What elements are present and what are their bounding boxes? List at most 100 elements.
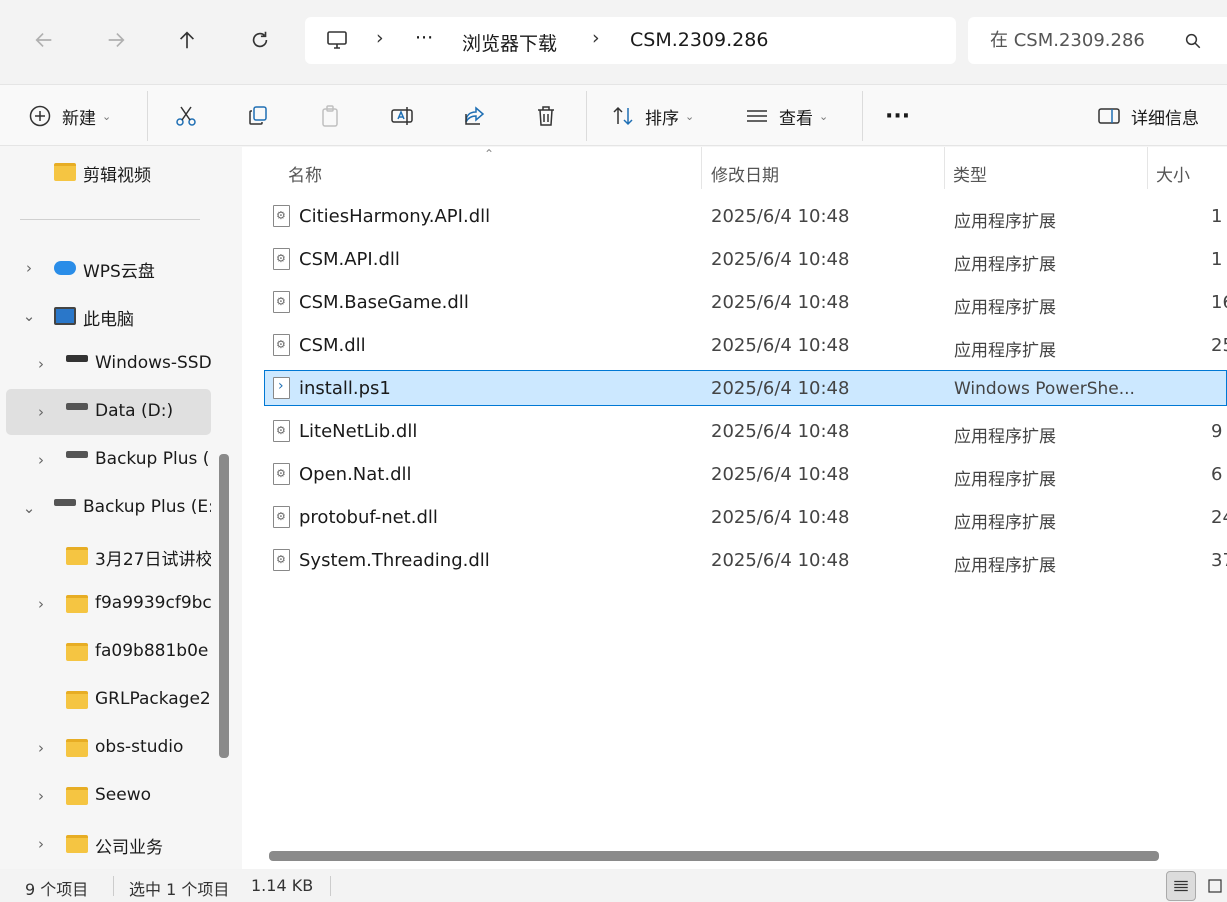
sidebar-item-label: WPS云盘 [83,262,155,282]
command-bar: 新建 ⌄ 排序 ⌄ 查看 ⌄ ··· 详细信息 [0,84,1227,146]
chevron-right-icon[interactable]: › [34,403,48,421]
file-row[interactable]: protobuf-net.dll 2025/6/4 10:48 应用程序扩展 24 [264,499,1227,535]
view-button[interactable]: 查看 ⌄ [745,95,828,137]
file-name: CitiesHarmony.API.dll [299,206,491,227]
file-name: protobuf-net.dll [299,507,438,528]
more-options-button[interactable]: ··· [885,95,910,137]
sidebar-item-label: Data (D:) [95,401,174,421]
new-button[interactable]: 新建 ⌄ [28,95,111,137]
refresh-button[interactable] [242,22,278,58]
file-type: 应用程序扩展 [954,298,1056,318]
chevron-right-icon[interactable]: › [34,739,48,757]
sidebar-item[interactable]: › obs-studio [6,725,211,771]
search-icon[interactable] [1184,32,1202,50]
share-button[interactable] [462,95,486,137]
sidebar-scrollbar[interactable] [219,454,229,758]
toolbar-divider [147,91,148,141]
column-header-size[interactable]: 大小 [1156,155,1190,191]
sidebar-item-label: Windows-SSD [95,353,211,373]
paste-button[interactable] [318,95,342,137]
file-row[interactable]: CSM.BaseGame.dll 2025/6/4 10:48 应用程序扩展 16 [264,284,1227,320]
dll-file-icon [273,291,290,313]
chevron-down-icon[interactable]: ⌄ [22,307,36,325]
file-size: 9 [1211,421,1223,442]
breadcrumb-item-current[interactable]: CSM.2309.286 [630,29,768,51]
status-divider [113,876,114,896]
horizontal-scrollbar[interactable] [269,851,1159,861]
chevron-right-icon[interactable]: › [34,451,48,469]
file-row[interactable]: Open.Nat.dll 2025/6/4 10:48 应用程序扩展 6 [264,456,1227,492]
column-divider[interactable] [701,147,702,189]
sidebar-item[interactable]: fa09b881b0e [6,629,211,675]
forward-button[interactable] [98,22,134,58]
column-divider[interactable] [1147,147,1148,189]
file-type: 应用程序扩展 [954,255,1056,275]
details-view-button[interactable] [1166,871,1196,901]
sort-button[interactable]: 排序 ⌄ [611,95,694,137]
sidebar-item[interactable]: › Seewo [6,773,211,819]
tiles-view-button[interactable] [1200,871,1227,901]
sidebar-item[interactable]: › f9a9939cf9bc [6,581,211,627]
chevron-down-icon[interactable]: ⌄ [22,499,36,517]
chevron-right-icon[interactable]: › [34,835,48,853]
breadcrumb-item-downloads[interactable]: 浏览器下载 [462,29,557,56]
file-row[interactable]: CitiesHarmony.API.dll 2025/6/4 10:48 应用程序扩… [264,198,1227,234]
column-header-type[interactable]: 类型 [953,155,987,191]
file-date: 2025/6/4 10:48 [711,292,850,313]
refresh-icon [252,31,268,48]
sidebar-item[interactable]: ⌄ Backup Plus (E: [6,485,211,531]
sidebar-divider [20,219,200,220]
delete-button[interactable] [534,95,558,137]
chevron-right-icon[interactable]: › [34,355,48,373]
sidebar-item[interactable]: 3月27日试讲校 [6,533,211,579]
breadcrumb-chevron-icon[interactable]: › [376,27,384,49]
sidebar-item[interactable]: GRLPackage2 [6,677,211,723]
column-header-name[interactable]: 名称 [288,155,322,191]
sidebar-item[interactable]: › Windows-SSD [6,341,211,387]
dll-file-icon [273,463,290,485]
sidebar-item[interactable]: › Data (D:) [6,389,211,435]
sidebar-item[interactable]: › 公司业务 [6,821,211,867]
column-header-date[interactable]: 修改日期 [711,155,779,191]
dll-file-icon [273,549,290,571]
chevron-right-icon[interactable]: › [34,595,48,613]
chevron-down-icon: ⌄ [102,109,112,123]
chevron-right-icon[interactable]: › [22,259,36,277]
up-button[interactable] [169,22,205,58]
sidebar-item[interactable]: › Backup Plus ( [6,437,211,483]
sidebar-item-label: Seewo [95,785,152,805]
chevron-right-icon[interactable]: › [34,787,48,805]
sidebar-item-label: 3月27日试讲校 [95,550,211,570]
file-row[interactable]: LiteNetLib.dll 2025/6/4 10:48 应用程序扩展 9 [264,413,1227,449]
address-bar[interactable]: › ··· 浏览器下载 › CSM.2309.286 [305,17,956,64]
file-type: 应用程序扩展 [954,212,1056,232]
file-row[interactable]: install.ps1 2025/6/4 10:48 Windows PowerSh… [264,370,1227,406]
details-pane-button[interactable]: 详细信息 [1097,95,1199,137]
search-input[interactable] [990,30,1170,51]
file-name: CSM.BaseGame.dll [299,292,469,313]
sidebar-item[interactable]: ⌄ 此电脑 [6,293,211,339]
file-row[interactable]: CSM.API.dll 2025/6/4 10:48 应用程序扩展 1 [264,241,1227,277]
sidebar-item-label: 公司业务 [95,838,163,858]
up-arrow-icon [179,31,195,49]
file-row[interactable]: System.Threading.dll 2025/6/4 10:48 应用程序扩展… [264,542,1227,578]
back-button[interactable] [26,22,62,58]
sidebar-item[interactable]: 剪辑视频 [6,149,211,195]
file-row[interactable]: CSM.dll 2025/6/4 10:48 应用程序扩展 25 [264,327,1227,363]
computer-icon [54,307,76,325]
search-box[interactable] [968,17,1227,64]
file-size: 24 [1211,507,1227,528]
details-pane-icon [1098,108,1120,124]
sidebar-item[interactable]: › WPS云盘 [6,245,211,291]
cut-button[interactable] [174,95,198,137]
dll-file-icon [273,205,290,227]
rename-button[interactable] [390,95,414,137]
file-list: ⌃ 名称 修改日期 类型 大小 CitiesHarmony.API.dll 202… [242,147,1227,869]
drive-icon [66,451,88,458]
copy-button[interactable] [246,95,270,137]
breadcrumb-chevron-icon[interactable]: › [592,27,600,49]
sidebar-item-label: Backup Plus (E: [83,497,211,517]
column-divider[interactable] [944,147,945,189]
breadcrumb-more-button[interactable]: ··· [415,27,433,49]
file-explorer-window: › ··· 浏览器下载 › CSM.2309.286 新建 ⌄ [0,0,1227,902]
